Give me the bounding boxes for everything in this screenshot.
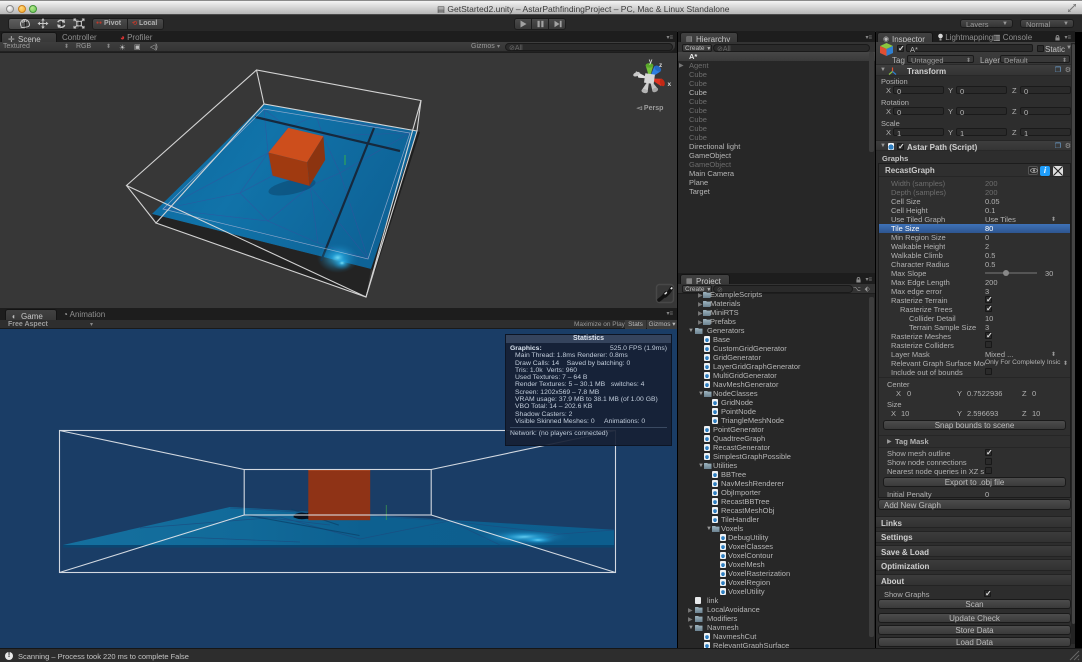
svg-text:y: y [649,58,653,65]
svg-text:x: x [668,81,672,88]
svg-text:◅ Persp: ◅ Persp [636,105,664,112]
